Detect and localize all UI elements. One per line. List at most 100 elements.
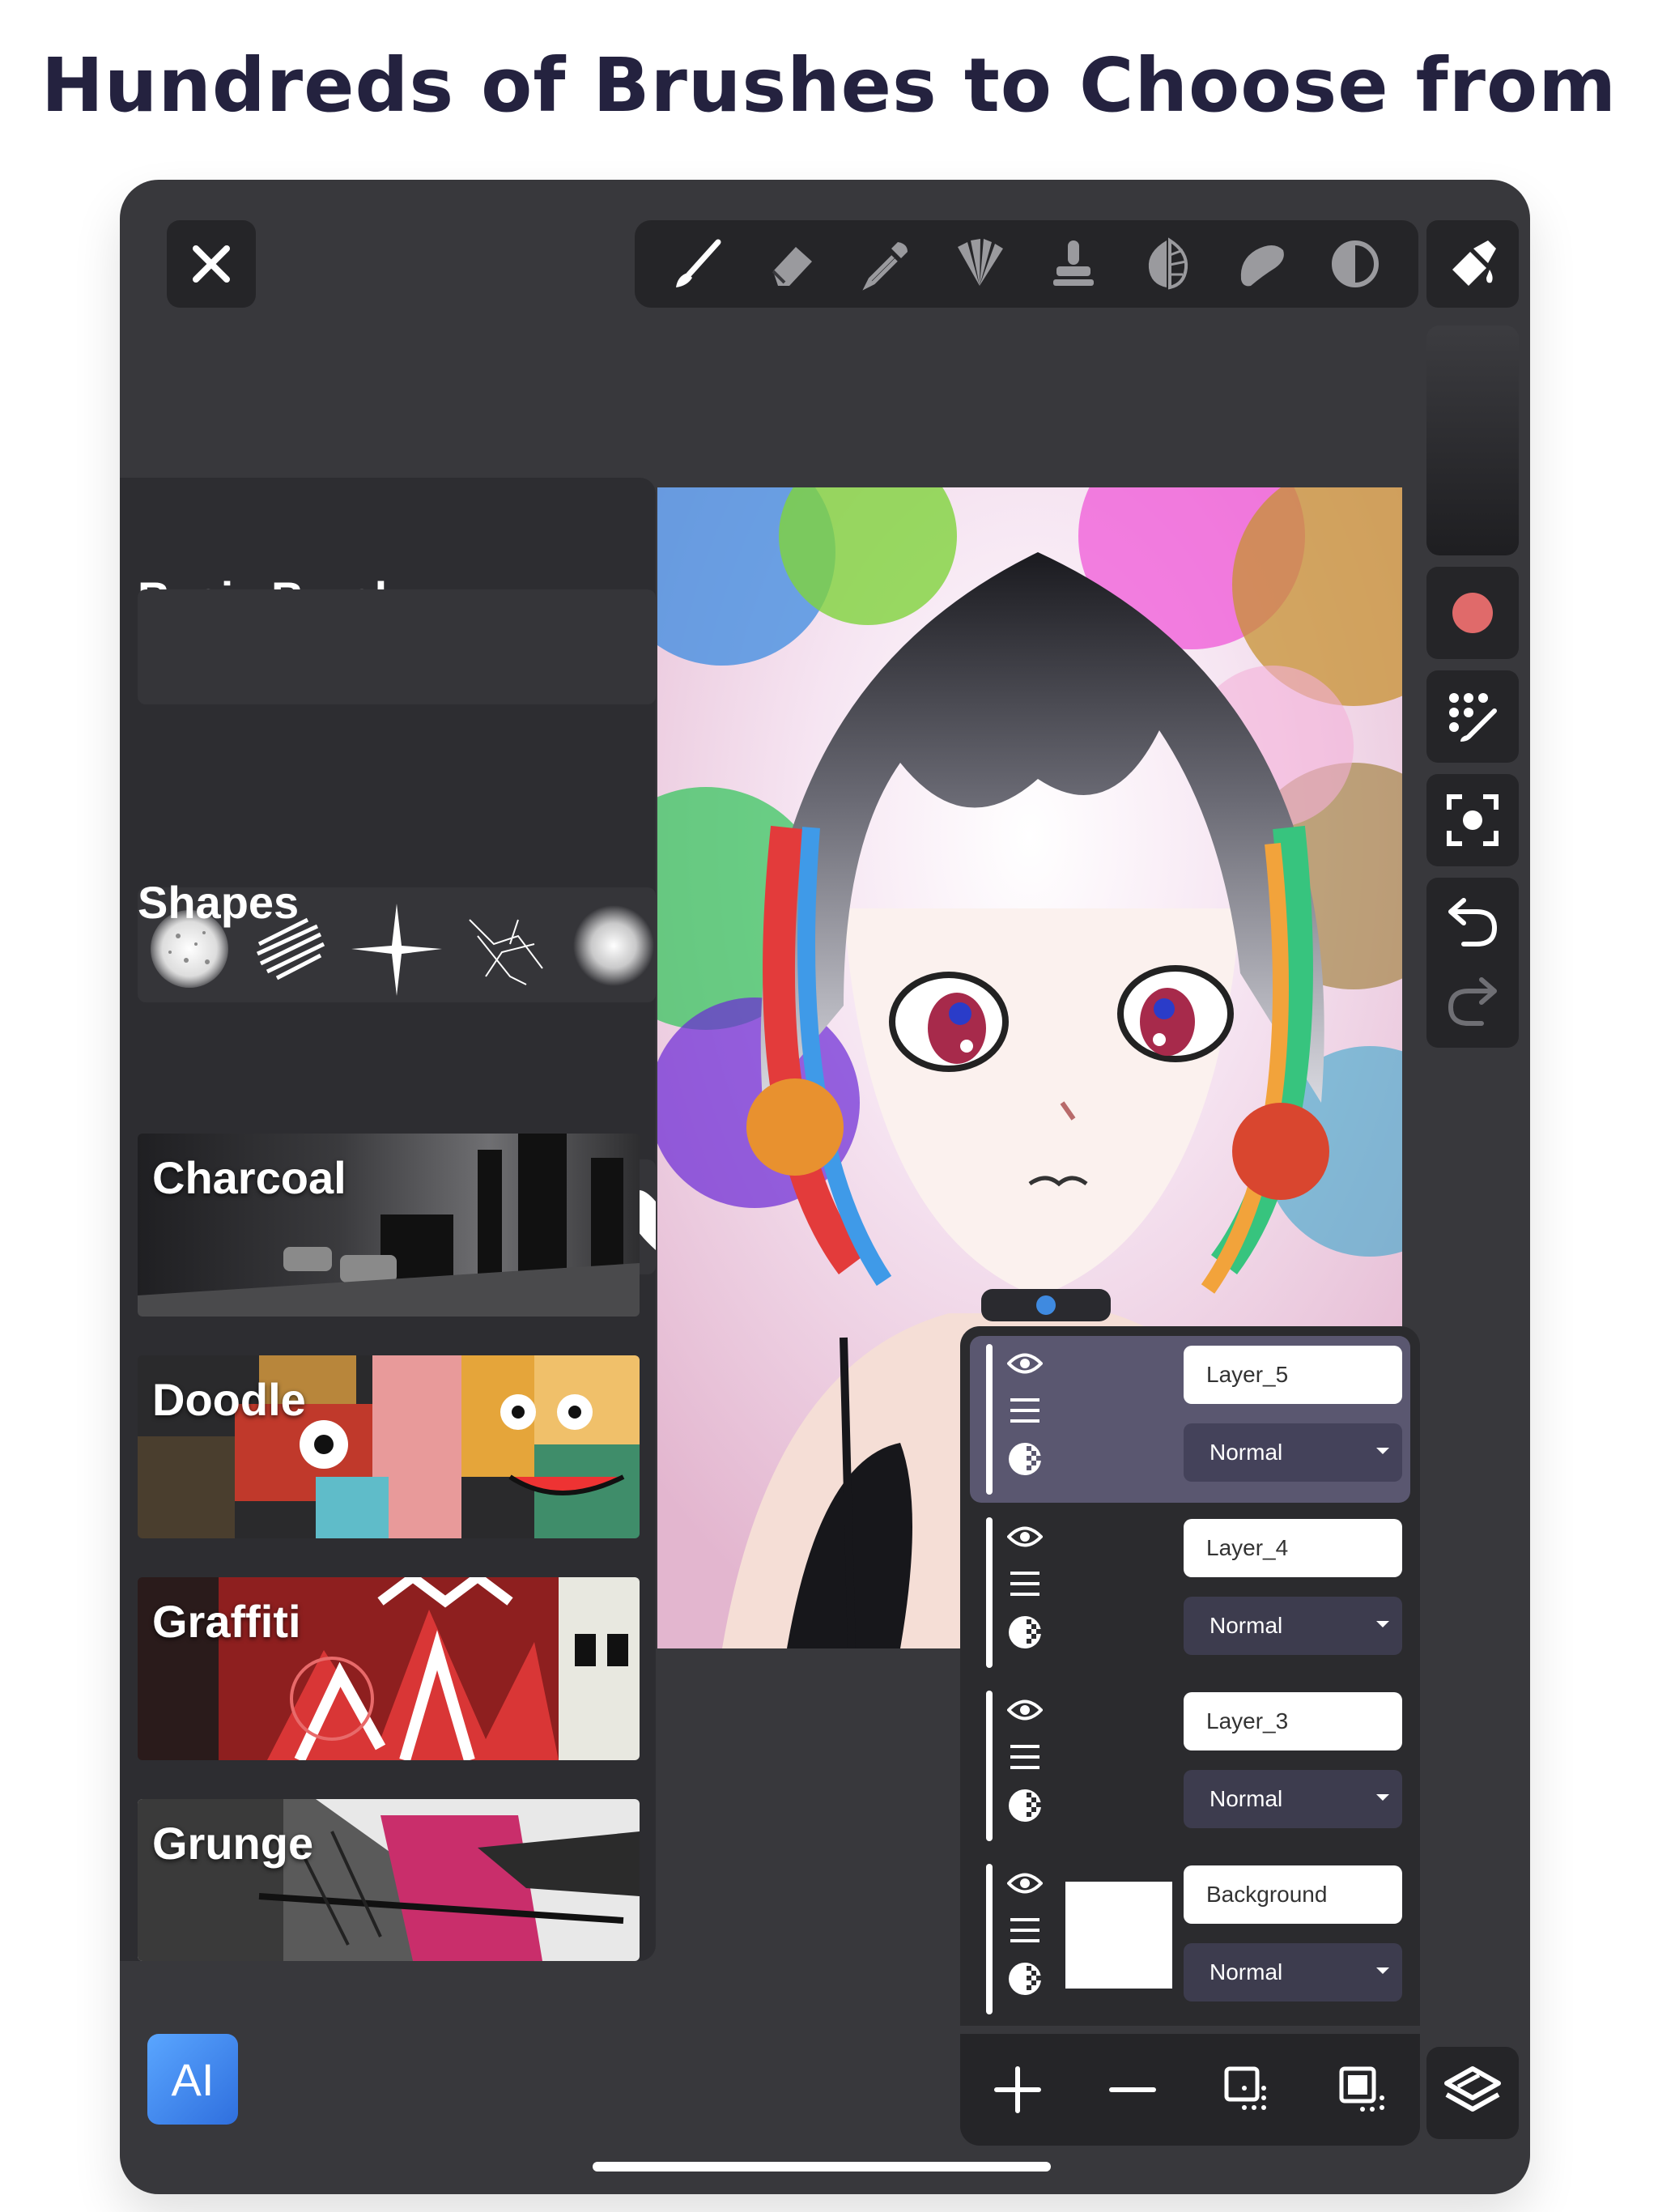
home-indicator[interactable] [593,2162,1051,2172]
headline: Hundreds of Brushes to Choose from [40,42,1618,129]
layer-opacity-button[interactable] [1005,1613,1044,1652]
brush-preset-crackle[interactable] [469,919,543,985]
brush-size-slider[interactable] [1426,325,1519,555]
smudge-icon [1240,245,1284,287]
blend-mode-value: Normal [1209,1613,1283,1638]
current-color-swatch [1452,593,1493,633]
tool-bar [635,220,1418,308]
brush-preset-cloud[interactable] [573,905,654,986]
close-icon [193,245,230,283]
layer-indicator [986,1344,993,1495]
close-button[interactable] [167,220,256,308]
visibility-toggle[interactable] [1005,1344,1044,1383]
add-layer-button[interactable] [981,2053,1054,2126]
layer-name-field[interactable]: Layer_5 [1184,1346,1402,1404]
redo-button[interactable] [1426,965,1519,1038]
merge-layer-button[interactable] [1326,2053,1399,2126]
layer-options-button[interactable] [1005,1911,1044,1950]
blend-mode-select[interactable]: Normal [1184,1770,1402,1828]
category-graffiti[interactable]: Graffiti [138,1577,640,1760]
layer-name-field[interactable]: Background [1184,1865,1402,1924]
layer-options-button[interactable] [1005,1564,1044,1603]
layer-thumbnail [1065,1882,1172,1989]
chevron-down-icon [1376,1967,1389,1974]
category-label: Graffiti [152,1596,301,1647]
layer-indicator [986,1517,993,1668]
layers-toggle-button[interactable] [1426,2047,1519,2139]
color-picker-button[interactable] [1426,567,1519,659]
brush-dots-icon [1449,693,1497,742]
focus-view-button[interactable] [1426,774,1519,866]
brush-settings-button[interactable] [1426,670,1519,763]
layer-actions-bar [960,2034,1420,2146]
eye-icon [1007,1353,1043,1374]
layer-indicator [986,1864,993,2014]
layers-icon [1444,2066,1501,2112]
layer-opacity-button[interactable] [1005,1959,1044,1998]
eyedropper-icon [862,242,908,291]
tool-eraser[interactable] [759,232,824,296]
tool-contrast[interactable] [1323,232,1388,296]
layer-opacity-button[interactable] [1005,1440,1044,1478]
ai-button[interactable]: AI [147,2034,238,2125]
contrast-icon [1332,240,1379,287]
paint-bucket-button[interactable] [1426,220,1519,308]
remove-layer-icon [1109,2087,1156,2092]
category-label: Grunge [152,1818,314,1869]
duplicate-layer-button[interactable] [1211,2053,1284,2126]
category-label: Charcoal [152,1152,346,1203]
focus-icon [1447,794,1499,846]
remove-layer-button[interactable] [1096,2053,1169,2126]
blend-mode-select[interactable]: Normal [1184,1597,1402,1655]
blend-mode-value: Normal [1209,1959,1283,1984]
layer-row-layer5[interactable]: Layer_5 Normal [970,1336,1410,1503]
tool-brush[interactable] [665,232,730,296]
layer-row-background[interactable]: Background Normal [970,1856,1410,2023]
menu-icon [1010,1918,1039,1942]
layer-row-layer3[interactable]: Layer_3 Normal [970,1682,1410,1849]
section-title-shapes: Shapes [138,877,300,928]
undo-button[interactable] [1426,886,1519,959]
opacity-icon [1009,1963,1041,1995]
category-charcoal[interactable]: Charcoal [138,1134,640,1317]
visibility-toggle[interactable] [1005,1691,1044,1729]
blend-mode-value: Normal [1209,1786,1283,1811]
opacity-icon [1009,1616,1041,1648]
tool-fan-brush[interactable] [947,232,1012,296]
tool-leaf-brush[interactable] [1135,232,1200,296]
paint-bucket-icon [1452,240,1496,286]
blend-mode-select[interactable]: Normal [1184,1943,1402,2001]
merge-layer-icon [1339,2066,1384,2112]
history-group [1426,878,1519,1048]
layer-opacity-button[interactable] [1005,1786,1044,1825]
tool-eyedropper[interactable] [853,232,918,296]
redo-icon [1448,977,1497,1026]
layers-panel: Layer_5 Normal Layer_4 Normal Layer_3 No… [960,1326,1420,2026]
brush-preset-sparkle[interactable] [351,904,442,996]
category-doodle[interactable]: Doodle [138,1355,640,1538]
chevron-down-icon [1376,1621,1389,1627]
app-window: Basic Brush Shapes [120,180,1530,2194]
menu-icon [1010,1398,1039,1423]
layer-row-layer4[interactable]: Layer_4 Normal [970,1509,1410,1676]
fan-brush-icon [958,239,1003,286]
visibility-toggle[interactable] [1005,1517,1044,1556]
category-grunge[interactable]: Grunge [138,1799,640,1961]
layer-options-button[interactable] [1005,1738,1044,1776]
layer-options-button[interactable] [1005,1391,1044,1430]
leaf-brush-icon [1148,237,1188,290]
blend-mode-select[interactable]: Normal [1184,1423,1402,1482]
stamp-icon [1053,240,1094,286]
layer-name-field[interactable]: Layer_4 [1184,1519,1402,1577]
layer-indicator [986,1691,993,1841]
layer-name-field[interactable]: Layer_3 [1184,1692,1402,1750]
tool-stamp[interactable] [1041,232,1106,296]
blend-mode-value: Normal [1209,1440,1283,1465]
opacity-icon [1009,1443,1041,1475]
category-label: Doodle [152,1374,306,1425]
visibility-toggle[interactable] [1005,1864,1044,1903]
eye-icon [1007,1873,1043,1894]
tool-smudge[interactable] [1229,232,1294,296]
opacity-icon [1009,1789,1041,1822]
basic-brush-strip[interactable] [138,589,656,704]
